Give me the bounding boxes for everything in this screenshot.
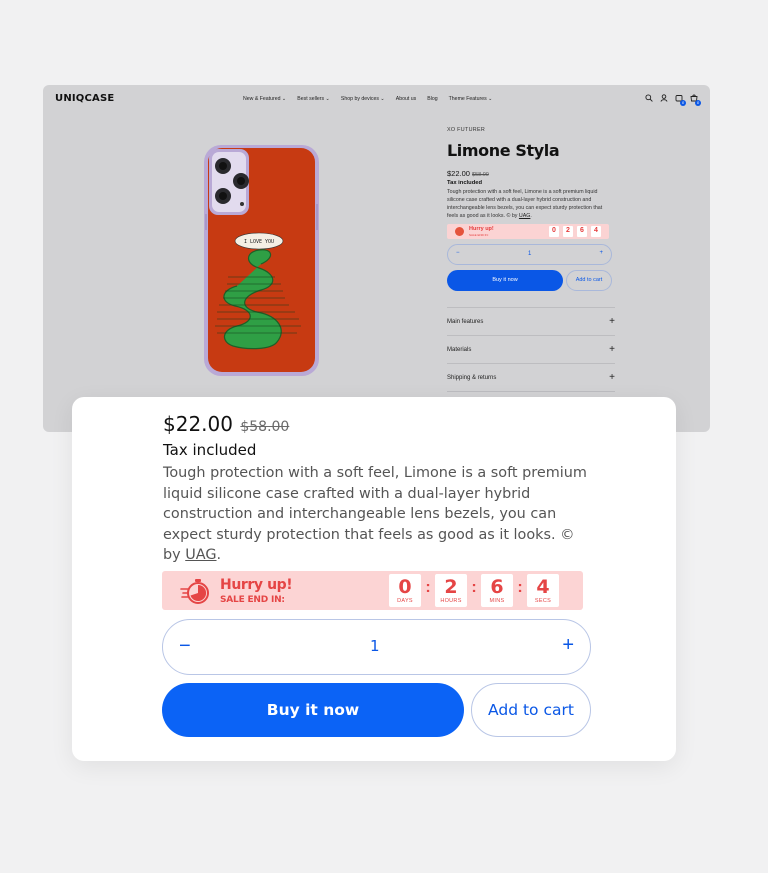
plus-icon: + bbox=[609, 344, 615, 355]
menu-item-best-sellers[interactable]: Best sellers ⌄ bbox=[297, 96, 330, 102]
product-details-panel: XO FUTURER Limone Styla $22.00 $58.00 Ta… bbox=[447, 127, 615, 392]
menu-item-theme-features[interactable]: Theme Features ⌄ bbox=[449, 96, 493, 102]
header-nav: UNIQCASE New & Featured ⌄ Best sellers ⌄… bbox=[43, 85, 710, 113]
account-icon[interactable] bbox=[660, 94, 668, 104]
accordion-shipping-returns[interactable]: Shipping & returns + bbox=[447, 364, 615, 392]
brand-link[interactable]: UAG bbox=[519, 213, 530, 219]
tax-included-label: Tax included bbox=[163, 441, 257, 459]
accordion-materials[interactable]: Materials + bbox=[447, 336, 615, 364]
product-vendor[interactable]: XO FUTURER bbox=[447, 127, 615, 133]
countdown-separator: : bbox=[517, 579, 523, 596]
quantity-minus-button[interactable]: − bbox=[179, 634, 191, 658]
phone-art-text: I LOVE YOU bbox=[244, 239, 274, 245]
product-description: Tough protection with a soft feel, Limon… bbox=[163, 465, 587, 563]
zoomed-purchase-card: $22.00 $58.00 Tax included Tough protect… bbox=[72, 397, 676, 761]
plus-icon: + bbox=[609, 316, 615, 327]
menu-item-shop-by-devices[interactable]: Shop by devices ⌄ bbox=[341, 96, 385, 102]
countdown-secs: 4 bbox=[591, 226, 601, 237]
countdown-secs: 4 SECS bbox=[527, 574, 559, 607]
quantity-minus-button[interactable]: − bbox=[456, 250, 460, 256]
quantity-plus-button[interactable]: + bbox=[599, 250, 603, 256]
product-title: Limone Styla bbox=[447, 141, 560, 160]
product-image[interactable]: I LOVE YOU bbox=[203, 144, 320, 377]
menu-item-new-featured[interactable]: New & Featured ⌄ bbox=[243, 96, 286, 102]
cart-count-badge: 0 bbox=[695, 100, 701, 106]
countdown-days: 0 bbox=[549, 226, 559, 237]
compare-price: $58.00 bbox=[472, 172, 489, 178]
price: $22.00 $58.00 bbox=[163, 412, 289, 436]
buy-now-button[interactable]: Buy it now bbox=[447, 270, 563, 291]
countdown-mins: 6 bbox=[577, 226, 587, 237]
store-logo[interactable]: UNIQCASE bbox=[55, 93, 114, 104]
countdown-boxes: 0 2 6 4 bbox=[549, 226, 601, 237]
header-icons: 0 0 bbox=[645, 94, 701, 106]
menu-item-about-us[interactable]: About us bbox=[396, 96, 416, 102]
sale-price: $22.00 bbox=[163, 412, 233, 436]
plus-icon: + bbox=[609, 372, 615, 383]
product-price: $22.00 $58.00 bbox=[447, 169, 489, 178]
quantity-stepper: − 1 + bbox=[447, 244, 612, 265]
countdown-timer: 0 DAYS : 2 HOURS : 6 MINS : 4 SECS bbox=[389, 574, 559, 607]
countdown-title: Hurry up! bbox=[469, 226, 494, 232]
compare-at-price: $58.00 bbox=[240, 419, 290, 435]
countdown-separator: : bbox=[425, 579, 431, 596]
countdown-banner: Hurry up! SALE END IN: 0 DAYS : 2 HOURS : … bbox=[162, 571, 583, 610]
product-accordion: Main features + Materials + Shipping & ret… bbox=[447, 307, 615, 392]
countdown-mins: 6 MINS bbox=[481, 574, 513, 607]
accordion-main-features[interactable]: Main features + bbox=[447, 308, 615, 336]
add-to-cart-button[interactable]: Add to cart bbox=[566, 270, 612, 291]
quantity-plus-button[interactable]: + bbox=[562, 633, 574, 657]
quantity-input[interactable]: 1 bbox=[370, 637, 380, 655]
stopwatch-icon bbox=[180, 579, 209, 604]
menu-item-blog[interactable]: Blog bbox=[427, 96, 437, 102]
quantity-stepper: − 1 + bbox=[162, 619, 591, 675]
search-icon[interactable] bbox=[645, 94, 653, 104]
cart-icon[interactable]: 0 bbox=[690, 94, 701, 106]
stopwatch-icon bbox=[455, 227, 464, 236]
countdown-days: 0 DAYS bbox=[389, 574, 421, 607]
countdown-banner: Hurry up! SALE END IN: 0 2 6 4 bbox=[447, 224, 609, 239]
quantity-value[interactable]: 1 bbox=[528, 251, 531, 257]
tax-note: Tax included bbox=[447, 180, 483, 186]
brand-link[interactable]: UAG bbox=[185, 547, 216, 563]
product-description: Tough protection with a soft feel, Limon… bbox=[447, 189, 603, 219]
wishlist-icon[interactable]: 0 bbox=[675, 94, 686, 106]
add-to-cart-button[interactable]: Add to cart bbox=[471, 683, 591, 737]
store-page-screenshot: UNIQCASE New & Featured ⌄ Best sellers ⌄… bbox=[43, 85, 710, 432]
countdown-title: Hurry up! bbox=[220, 577, 293, 593]
countdown-hours: 2 bbox=[563, 226, 573, 237]
buy-now-button[interactable]: Buy it now bbox=[162, 683, 464, 737]
countdown-separator: : bbox=[471, 579, 477, 596]
countdown-subtitle: SALE END IN: bbox=[220, 595, 285, 605]
countdown-subtitle: SALE END IN: bbox=[469, 233, 489, 237]
main-menu: New & Featured ⌄ Best sellers ⌄ Shop by … bbox=[243, 96, 492, 102]
countdown-hours: 2 HOURS bbox=[435, 574, 467, 607]
wishlist-count-badge: 0 bbox=[680, 100, 686, 106]
purchase-buttons: Buy it now Add to cart bbox=[447, 270, 615, 291]
